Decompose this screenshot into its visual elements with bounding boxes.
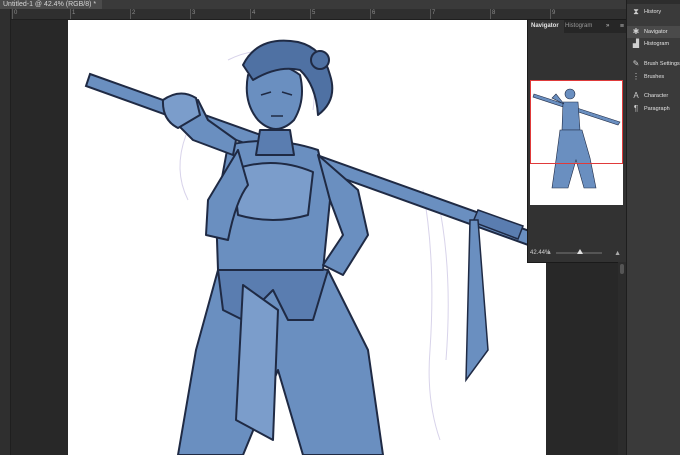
panel-character[interactable]: A Character xyxy=(627,90,680,102)
paragraph-icon: ¶ xyxy=(633,104,639,113)
ruler-label: 0 xyxy=(14,10,18,16)
character-icon: A xyxy=(633,91,639,100)
panel-label: Paragraph xyxy=(644,106,670,112)
panel-navigator[interactable]: ✱ Navigator xyxy=(627,26,680,38)
vertical-scrollbar[interactable] xyxy=(618,262,626,455)
view-rectangle[interactable] xyxy=(530,80,623,164)
zoom-slider-thumb[interactable] xyxy=(577,249,583,254)
vertical-ruler xyxy=(0,9,11,455)
brushes-icon: ⋮ xyxy=(632,72,640,81)
panel-label: Navigator xyxy=(644,29,668,35)
panel-label: History xyxy=(644,9,662,15)
navigator-panel: Navigator Histogram » ≡ 42.44% ▲ ▲ xyxy=(527,19,628,263)
panel-paragraph[interactable]: ¶ Paragraph xyxy=(627,103,680,115)
panel-label: Brush Settings xyxy=(644,61,680,67)
panel-histogram[interactable]: ▟ Histogram xyxy=(627,38,680,50)
panel-menu-icon[interactable]: ≡ xyxy=(620,20,624,33)
ruler-label: 1 xyxy=(72,10,76,16)
navigator-tabs: Navigator Histogram » ≡ xyxy=(528,20,627,33)
tab-navigator[interactable]: Navigator xyxy=(528,20,564,33)
tab-histogram[interactable]: Histogram xyxy=(565,20,597,33)
panel-label: Character xyxy=(644,93,669,99)
navigator-icon: ✱ xyxy=(632,27,640,36)
ruler-label: 6 xyxy=(372,10,376,16)
zoom-slider[interactable] xyxy=(556,249,602,254)
figure xyxy=(161,39,384,455)
zoom-out-icon[interactable]: ▲ xyxy=(546,250,552,256)
canvas[interactable] xyxy=(68,20,546,455)
document-tab[interactable]: Untitled-1 @ 42.4% (RGB/8) * xyxy=(0,0,103,9)
ruler-label: 5 xyxy=(312,10,316,16)
ruler-label: 7 xyxy=(432,10,436,16)
histogram-icon: ▟ xyxy=(632,39,640,48)
history-icon: ⧗ xyxy=(633,7,639,16)
scrollbar-thumb[interactable] xyxy=(620,264,624,274)
panel-brush-settings[interactable]: ✎ Brush Settings xyxy=(627,58,680,70)
panel-brushes[interactable]: ⋮ Brushes xyxy=(627,71,680,83)
brush-settings-icon: ✎ xyxy=(632,59,640,68)
panel-history[interactable]: ⧗ History xyxy=(627,6,680,18)
artwork xyxy=(84,39,540,455)
ruler-label: 4 xyxy=(252,10,256,16)
zoom-in-icon[interactable]: ▲ xyxy=(614,250,621,257)
panel-dock: ⧗ History ✱ Navigator ▟ Histogram ✎ Brus… xyxy=(626,0,680,455)
panel-label: Brushes xyxy=(644,74,665,80)
document-tab-bar: Untitled-1 @ 42.4% (RGB/8) * xyxy=(0,0,626,9)
collapse-icon[interactable]: » xyxy=(606,20,609,33)
ruler-label: 9 xyxy=(552,10,556,16)
ruler-label: 2 xyxy=(132,10,136,16)
panel-label: Histogram xyxy=(644,41,670,47)
ruler-label: 8 xyxy=(492,10,496,16)
ruler-label: 3 xyxy=(192,10,196,16)
navigator-preview[interactable] xyxy=(530,80,623,205)
